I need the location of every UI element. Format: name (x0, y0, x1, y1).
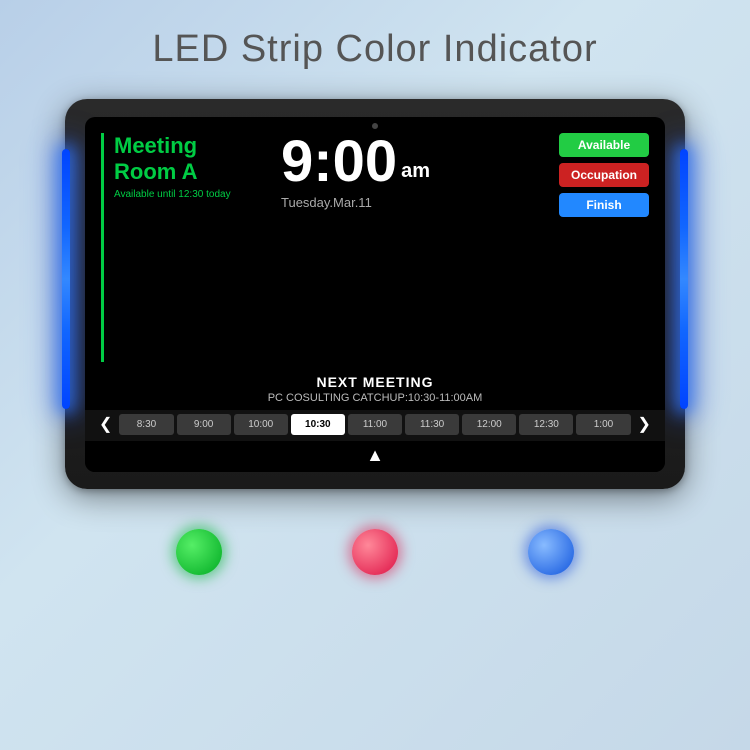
color-indicators (176, 529, 574, 575)
next-meeting-label: NEXT MEETING (101, 374, 649, 390)
camera-dot (372, 123, 378, 129)
time-slot-5[interactable]: 11:30 (405, 414, 459, 435)
home-icon[interactable]: ▲ (366, 445, 384, 466)
green-indicator-dot (176, 529, 222, 575)
room-status: Available until 12:30 today (114, 189, 251, 200)
meeting-section: NEXT MEETING PC COSULTING CATCHUP:10:30-… (85, 370, 665, 410)
screen: MeetingRoom A Available until 12:30 toda… (85, 117, 665, 472)
time-main: 9:00 (281, 133, 397, 191)
time-slot-2[interactable]: 10:00 (234, 414, 288, 435)
time-slot-1[interactable]: 9:00 (177, 414, 231, 435)
time-ampm: am (401, 160, 430, 183)
time-slot-4[interactable]: 11:00 (348, 414, 402, 435)
timeline-section: ❮ 8:30 9:00 10:00 10:30 11:00 11:30 12:0… (85, 410, 665, 441)
next-arrow[interactable]: ❯ (634, 414, 655, 434)
btn-available[interactable]: Available (559, 133, 649, 157)
room-info: MeetingRoom A Available until 12:30 toda… (101, 133, 261, 362)
time-slot-6[interactable]: 12:00 (462, 414, 516, 435)
meeting-details: PC COSULTING CATCHUP:10:30-11:00AM (101, 392, 649, 404)
time-slot-7[interactable]: 12:30 (519, 414, 573, 435)
pink-indicator-dot (352, 529, 398, 575)
btn-occupation[interactable]: Occupation (559, 163, 649, 187)
page-title: LED Strip Color Indicator (152, 28, 597, 71)
btn-finish[interactable]: Finish (559, 193, 649, 217)
led-strip-right (680, 149, 688, 409)
time-display: 9:00 am (281, 133, 430, 191)
time-slot-0[interactable]: 8:30 (119, 414, 173, 435)
time-section: 9:00 am Tuesday.Mar.11 (261, 133, 559, 362)
prev-arrow[interactable]: ❮ (95, 414, 116, 434)
screen-top: MeetingRoom A Available until 12:30 toda… (85, 117, 665, 370)
room-name: MeetingRoom A (114, 133, 251, 186)
time-slot-8[interactable]: 1:00 (576, 414, 630, 435)
date-display: Tuesday.Mar.11 (281, 195, 372, 210)
device-shell: MeetingRoom A Available until 12:30 toda… (65, 99, 685, 489)
time-slot-3-active[interactable]: 10:30 (291, 414, 345, 435)
blue-indicator-dot (528, 529, 574, 575)
status-buttons: Available Occupation Finish (559, 133, 649, 362)
led-strip-left (62, 149, 70, 409)
bottom-indicator: ▲ (85, 441, 665, 472)
